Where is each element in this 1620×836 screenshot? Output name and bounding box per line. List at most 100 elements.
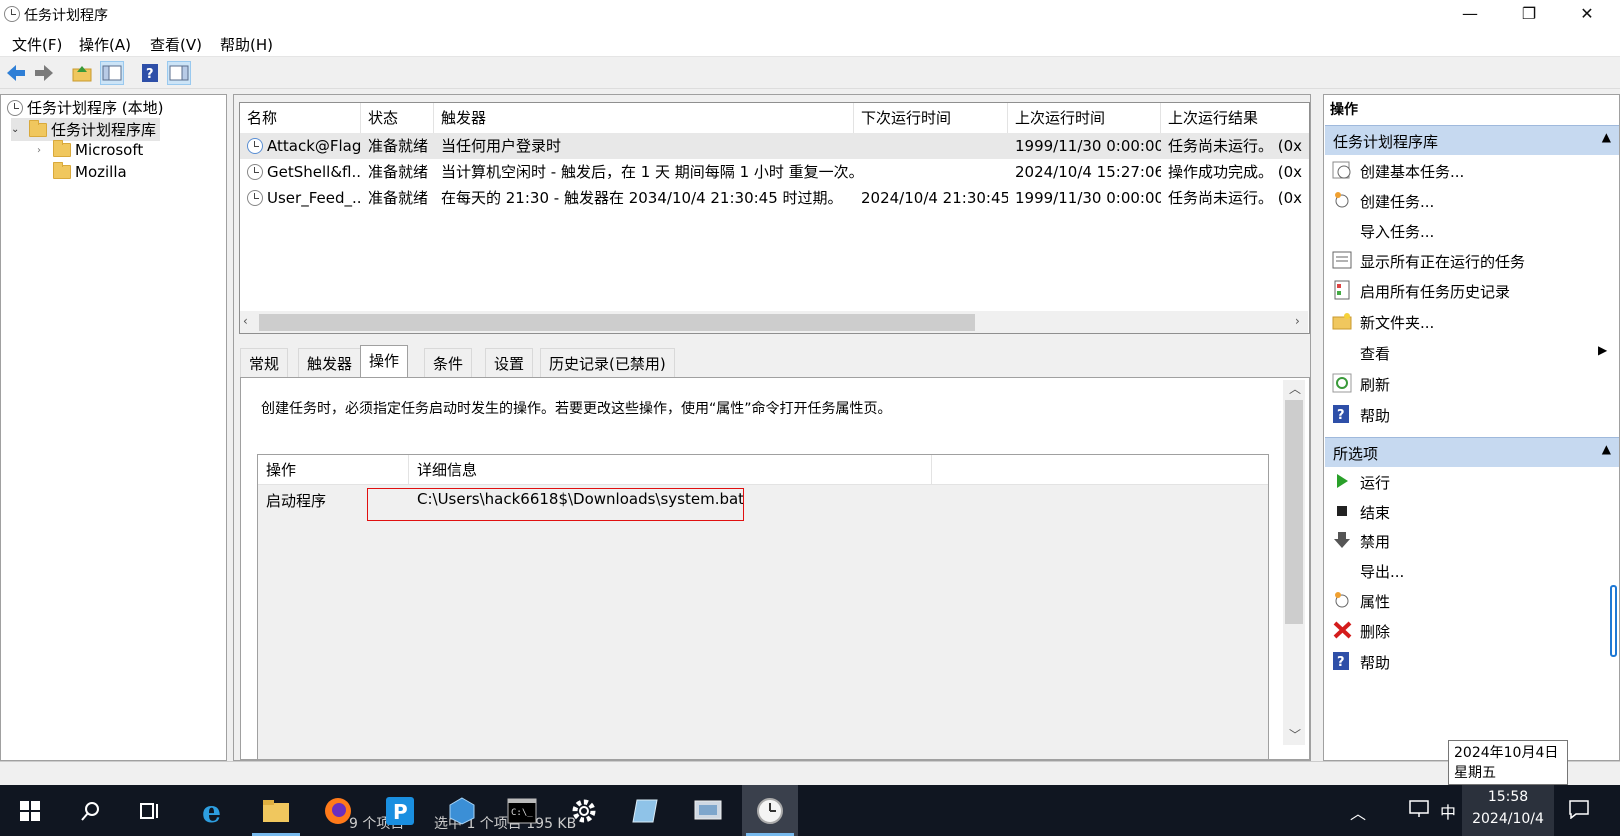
svg-text:?: ? <box>146 67 154 82</box>
column-header-last-result[interactable]: 上次运行结果 <box>1161 103 1309 133</box>
menu-view[interactable]: 查看(V) <box>150 34 202 55</box>
menu-enable-history[interactable]: 启用所有任务历史记录 <box>1360 281 1510 302</box>
menu-help[interactable]: 帮助(H) <box>220 34 273 55</box>
running-tasks-icon <box>1332 250 1352 270</box>
folder-icon <box>53 162 71 179</box>
task-scheduler-taskbar-icon[interactable] <box>742 785 798 836</box>
table-row[interactable]: GetShell&fl... 准备就绪 当计算机空闲时 - 触发后，在 1 天 … <box>240 159 1309 185</box>
collapse-up-icon[interactable]: ▲ <box>1602 442 1611 456</box>
tree-item-microsoft[interactable]: › Microsoft <box>37 140 143 159</box>
tab-conditions[interactable]: 条件 <box>424 348 473 378</box>
highlight-box <box>367 488 744 521</box>
table-row[interactable]: Attack@Flag 准备就绪 当任何用户登录时 1999/11/30 0:0… <box>240 133 1309 159</box>
status-bar <box>0 761 1620 785</box>
forward-icon[interactable] <box>32 61 56 85</box>
menu-create-task[interactable]: 创建任务... <box>1360 191 1434 212</box>
scroll-down-icon[interactable]: ﹀ <box>1289 726 1301 743</box>
control-panel-icon[interactable] <box>680 785 736 836</box>
file-explorer-icon[interactable] <box>248 785 304 836</box>
menu-run[interactable]: 运行 <box>1360 472 1390 493</box>
show-hide-console-tree-icon[interactable] <box>100 61 124 85</box>
notification-icon[interactable] <box>1568 799 1590 823</box>
tree-root[interactable]: 任务计划程序 (本地) <box>7 97 163 118</box>
folder-clock-icon <box>29 119 47 137</box>
collapse-up-icon[interactable]: ▲ <box>1602 130 1611 144</box>
network-icon[interactable] <box>1408 799 1430 823</box>
tab-history[interactable]: 历史记录(已禁用) <box>540 348 675 378</box>
ime-indicator[interactable]: 中 <box>1440 799 1456 823</box>
task-last-run: 1999/11/30 0:00:00 <box>1015 189 1161 207</box>
menu-delete[interactable]: 删除 <box>1360 621 1390 642</box>
clock-icon <box>7 99 23 116</box>
menu-bar: 文件(F) 操作(A) 查看(V) 帮助(H) <box>0 29 1620 57</box>
menu-refresh[interactable]: 刷新 <box>1360 374 1390 395</box>
tree-library-label: 任务计划程序库 <box>51 121 157 139</box>
column-header-status[interactable]: 状态 <box>361 103 434 133</box>
menu-properties[interactable]: 属性 <box>1360 591 1390 612</box>
show-hidden-icons-icon[interactable]: ︿ <box>1350 800 1366 824</box>
horizontal-scroll-thumb[interactable] <box>259 314 975 331</box>
menu-disable[interactable]: 禁用 <box>1360 531 1390 552</box>
tab-general[interactable]: 常规 <box>240 348 289 378</box>
close-button[interactable]: ✕ <box>1563 0 1611 29</box>
menu-import-task[interactable]: 导入任务... <box>1360 221 1434 242</box>
right-scroll-indicator[interactable] <box>1610 585 1617 657</box>
menu-view[interactable]: 查看 <box>1360 343 1390 364</box>
section-selected-item[interactable]: 所选项 ▲ <box>1325 437 1619 467</box>
clock-date: 2024/10/4 <box>1472 811 1544 827</box>
menu-file[interactable]: 文件(F) <box>12 34 62 55</box>
actions-pane: 操作 任务计划程序库 ▲ 创建基本任务... 创建任务... 导入任务... 显… <box>1323 94 1620 761</box>
help-icon[interactable]: ? <box>138 61 162 85</box>
column-header-name[interactable]: 名称 <box>240 103 361 133</box>
menu-show-running-tasks[interactable]: 显示所有正在运行的任务 <box>1360 251 1525 272</box>
firefox-icon[interactable] <box>310 785 366 836</box>
minimize-button[interactable]: — <box>1446 0 1494 29</box>
column-header-action[interactable]: 操作 <box>258 455 409 485</box>
tab-triggers[interactable]: 触发器 <box>298 348 362 378</box>
tree-library[interactable]: ⌄ 任务计划程序库 <box>11 118 161 141</box>
create-basic-task-icon <box>1332 160 1352 180</box>
chevron-right-icon[interactable]: › <box>37 145 49 156</box>
up-folder-icon[interactable] <box>70 61 94 85</box>
vertical-scroll-thumb[interactable] <box>1285 400 1303 624</box>
maximize-button[interactable]: ❐ <box>1505 0 1553 29</box>
task-status: 准备就绪 <box>368 163 429 181</box>
menu-create-basic-task[interactable]: 创建基本任务... <box>1360 161 1464 182</box>
console-tree: 任务计划程序 (本地) ⌄ 任务计划程序库 › Microsoft Mozill… <box>0 94 227 761</box>
settings-gear-icon[interactable] <box>556 785 612 836</box>
action-type[interactable]: 启动程序 <box>266 490 326 511</box>
scroll-up-icon[interactable]: ︿ <box>1289 380 1301 397</box>
show-hide-action-pane-icon[interactable] <box>167 61 191 85</box>
chevron-down-icon[interactable]: ⌄ <box>11 124 25 135</box>
column-header-trigger[interactable]: 触发器 <box>434 103 854 133</box>
table-row[interactable]: User_Feed_... 准备就绪 在每天的 21:30 - 触发器在 203… <box>240 185 1309 211</box>
scroll-right-icon[interactable]: › <box>1295 314 1300 328</box>
start-button[interactable] <box>2 785 58 836</box>
svg-text:C:\_: C:\_ <box>511 808 533 818</box>
tab-actions[interactable]: 操作 <box>360 345 409 379</box>
column-header-detail[interactable]: 详细信息 <box>409 455 932 485</box>
section-library[interactable]: 任务计划程序库 ▲ <box>1325 125 1619 155</box>
tree-item-mozilla[interactable]: Mozilla <box>53 162 127 181</box>
menu-help-selected[interactable]: 帮助 <box>1360 652 1390 673</box>
search-icon[interactable] <box>62 785 118 836</box>
p-app-icon[interactable]: P <box>372 785 428 836</box>
ie-icon[interactable]: e <box>186 785 242 836</box>
menu-help[interactable]: 帮助 <box>1360 405 1390 426</box>
column-header-next-run[interactable]: 下次运行时间 <box>854 103 1008 133</box>
tab-settings[interactable]: 设置 <box>485 348 534 378</box>
menu-end[interactable]: 结束 <box>1360 502 1390 523</box>
menu-export[interactable]: 导出... <box>1360 561 1404 582</box>
cmd-icon[interactable]: C:\_ <box>494 785 550 836</box>
back-icon[interactable] <box>4 61 28 85</box>
task-view-icon[interactable] <box>122 785 178 836</box>
clock-area[interactable]: 15:58 2024/10/4 <box>1462 785 1554 836</box>
column-header-last-run[interactable]: 上次运行时间 <box>1008 103 1161 133</box>
date-tooltip: 2024年10月4日 星期五 <box>1448 740 1568 785</box>
task-list: 名称 状态 触发器 下次运行时间 上次运行时间 上次运行结果 Attack@Fl… <box>239 102 1310 334</box>
menu-action[interactable]: 操作(A) <box>79 34 131 55</box>
scroll-left-icon[interactable]: ‹ <box>243 314 248 328</box>
notepad-icon[interactable] <box>618 785 674 836</box>
cube-app-icon[interactable] <box>434 785 490 836</box>
menu-new-folder[interactable]: 新文件夹... <box>1360 312 1434 333</box>
